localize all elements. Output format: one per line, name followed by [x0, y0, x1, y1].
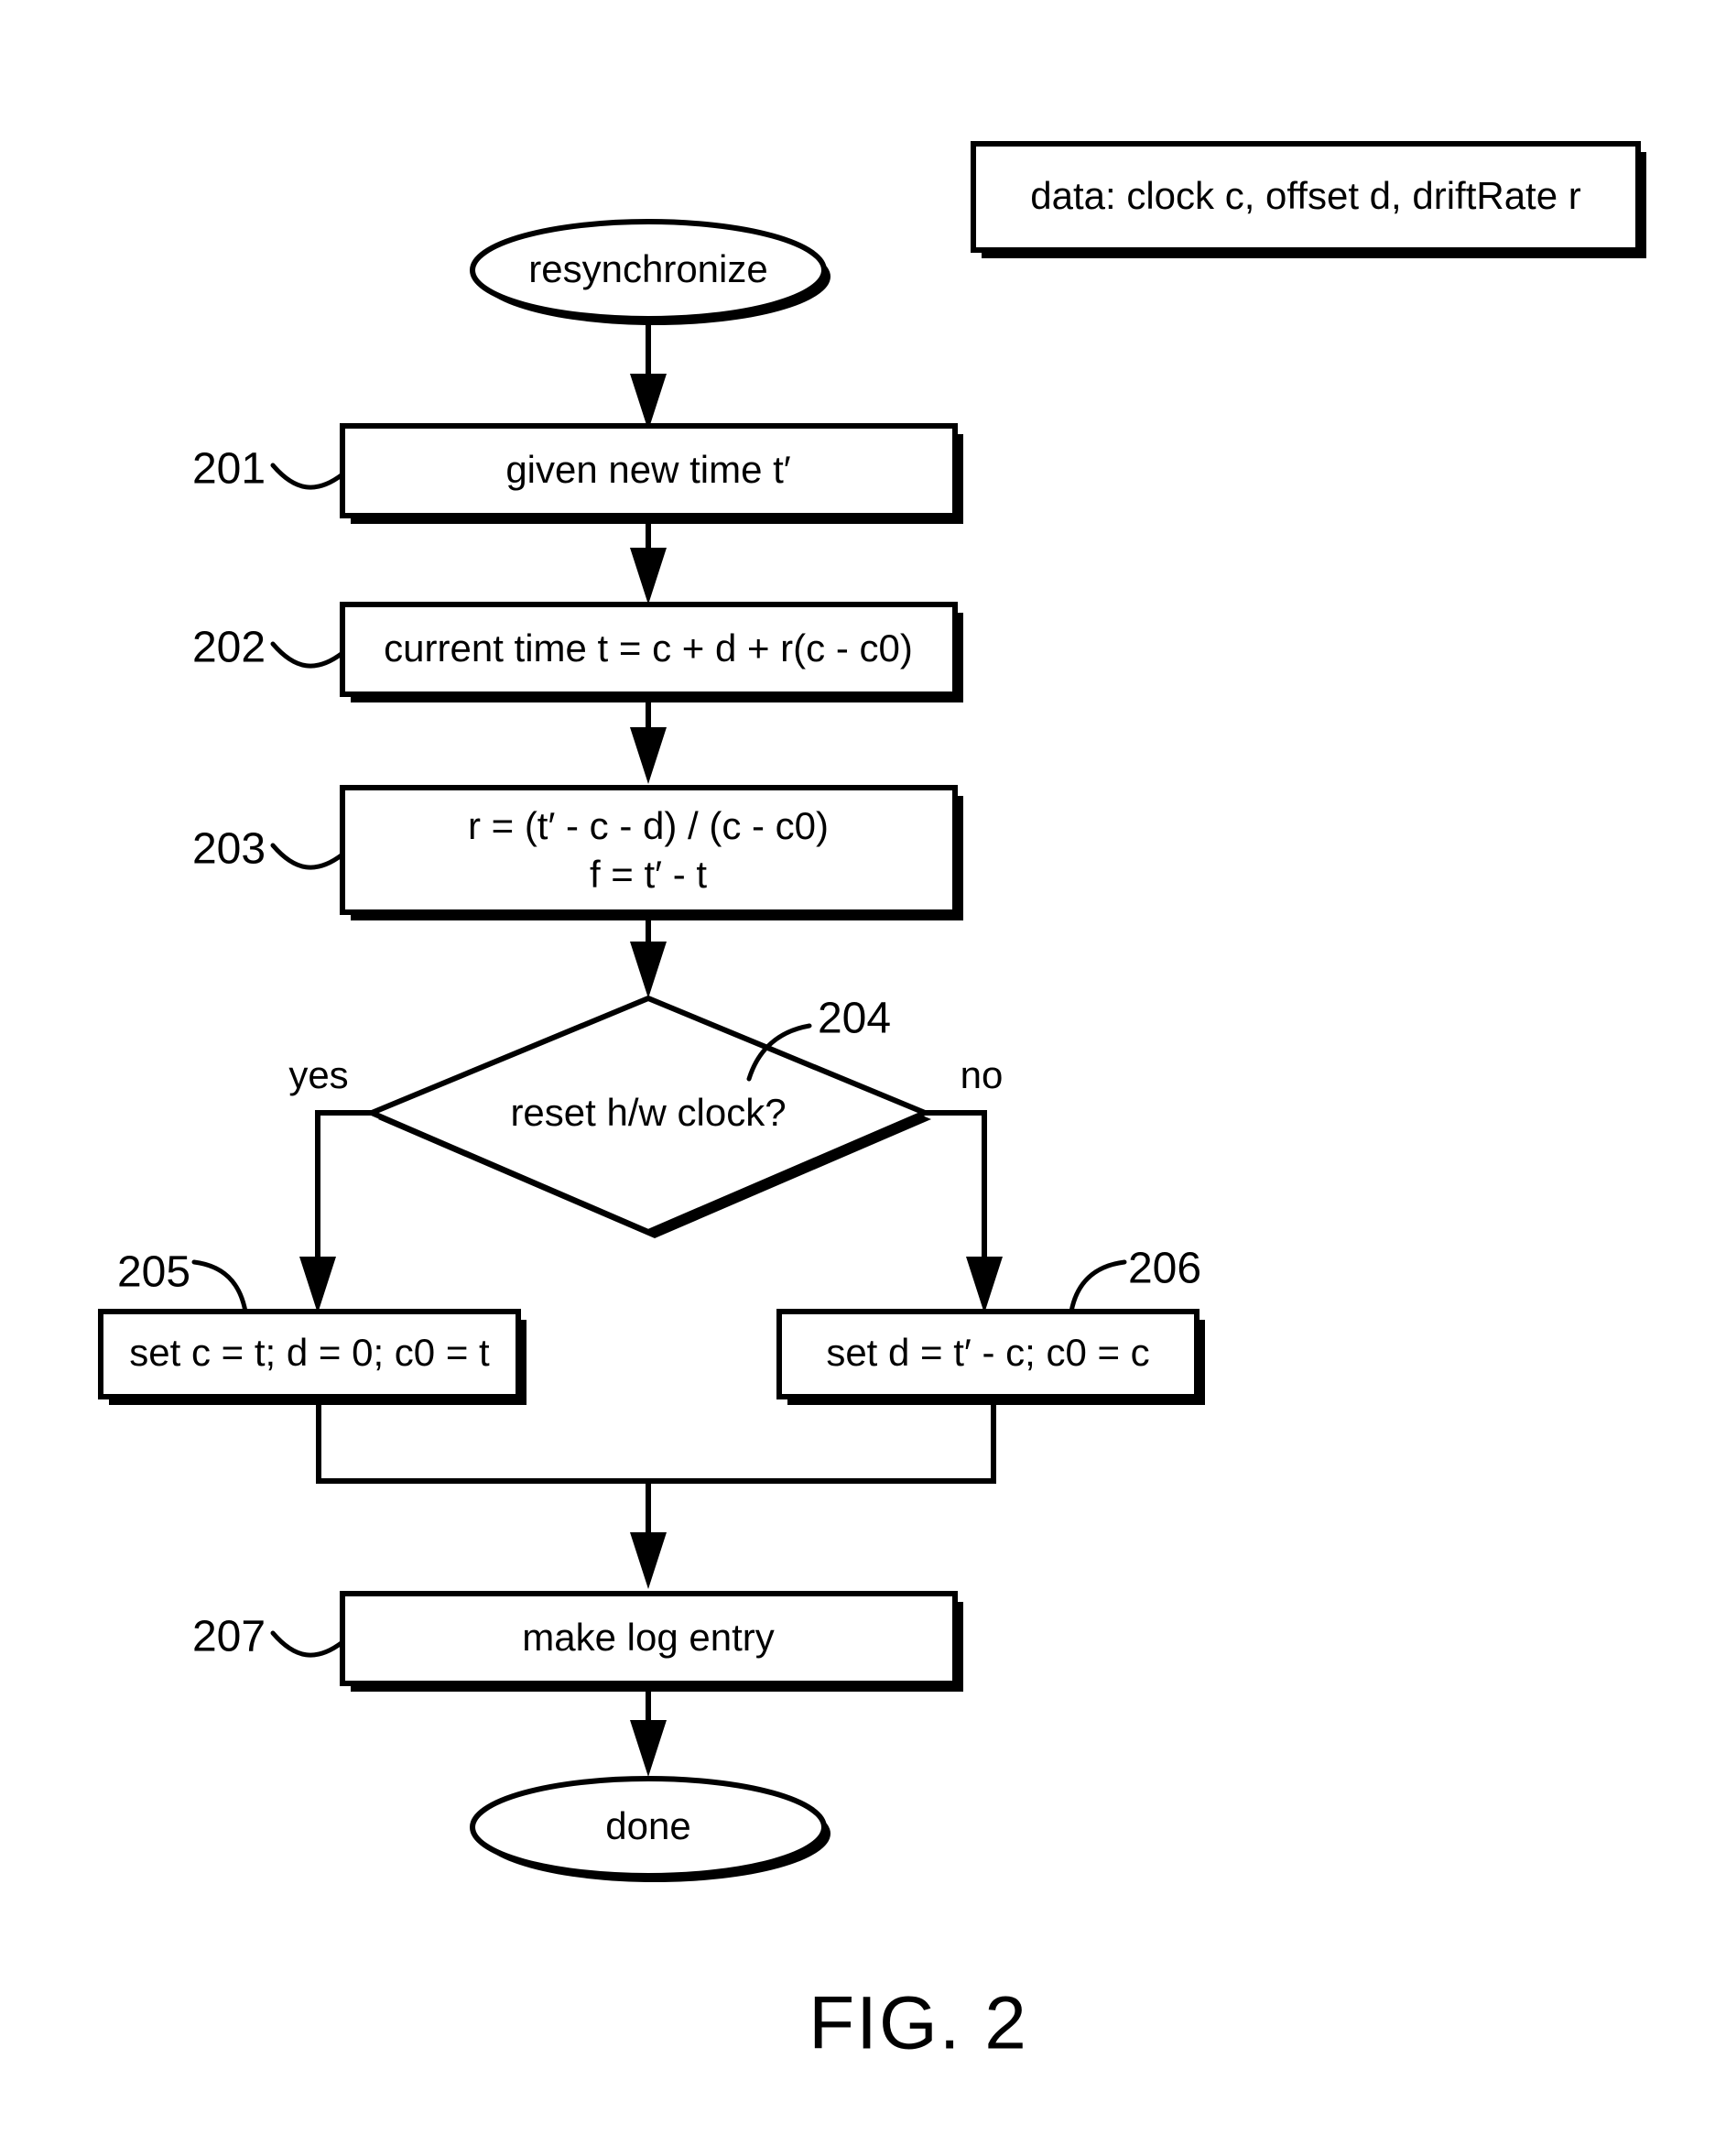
ref-number-205: 205 — [117, 1248, 190, 1297]
node-204-label: reset h/w clock? — [510, 1091, 786, 1134]
node-202-label: current time t = c + d + r(c - c0) — [384, 626, 913, 670]
node-203-label-line1: r = (t′ - c - d) / (c - c0) — [468, 804, 829, 847]
branch-label-no: no — [961, 1053, 1004, 1096]
node-201-label: given new time t′ — [505, 448, 790, 491]
node-206-label: set d = t′ - c; c0 = c — [826, 1331, 1149, 1374]
data-note-box: data: clock c, offset d, driftRate r — [971, 141, 1646, 258]
ref-number-207: 207 — [192, 1613, 266, 1661]
flowchart-canvas: data: clock c, offset d, driftRate r res… — [98, 141, 1646, 2065]
ref-number-204: 204 — [818, 995, 891, 1043]
node-201: given new time t′ — [340, 423, 963, 524]
connector-201-to-202 — [630, 524, 667, 604]
start-node-label: resynchronize — [528, 247, 767, 290]
ref-callout-201: 201 — [192, 445, 345, 494]
ref-number-202: 202 — [192, 624, 266, 672]
branch-label-yes: yes — [288, 1053, 348, 1096]
connector-207-to-done — [630, 1692, 667, 1777]
node-205-label: set c = t; d = 0; c0 = t — [129, 1331, 490, 1374]
figure-caption: FIG. 2 — [809, 1982, 1028, 2065]
ref-callout-203: 203 — [192, 825, 345, 874]
node-203-label-line2: f = t′ - t — [590, 853, 707, 896]
end-node: done — [470, 1776, 830, 1882]
node-206: set d = t′ - c; c0 = c — [776, 1309, 1205, 1405]
node-203: r = (t′ - c - d) / (c - c0) f = t′ - t — [340, 785, 963, 920]
ref-number-203: 203 — [192, 825, 266, 874]
node-205: set c = t; d = 0; c0 = t — [98, 1309, 526, 1405]
node-202: current time t = c + d + r(c - c0) — [340, 602, 963, 702]
data-note-text: data: clock c, offset d, driftRate r — [1030, 174, 1581, 217]
connector-203-to-204 — [630, 920, 667, 998]
node-207: make log entry — [340, 1591, 963, 1692]
ref-callout-207: 207 — [192, 1613, 345, 1661]
connector-204-yes-to-205 — [299, 1110, 372, 1313]
ref-callout-206: 206 — [1069, 1245, 1201, 1314]
end-node-label: done — [605, 1804, 690, 1847]
connector-start-to-201 — [630, 319, 667, 430]
ref-callout-205: 205 — [117, 1248, 248, 1314]
node-207-label: make log entry — [522, 1616, 774, 1659]
connector-merge-to-207 — [316, 1405, 996, 1589]
patent-figure: data: clock c, offset d, driftRate r res… — [0, 0, 1726, 2156]
connector-204-no-to-206 — [925, 1110, 1003, 1313]
start-node: resynchronize — [470, 219, 830, 325]
ref-number-206: 206 — [1128, 1245, 1201, 1293]
connector-202-to-203 — [630, 702, 667, 784]
ref-callout-202: 202 — [192, 624, 345, 672]
ref-number-201: 201 — [192, 445, 266, 494]
